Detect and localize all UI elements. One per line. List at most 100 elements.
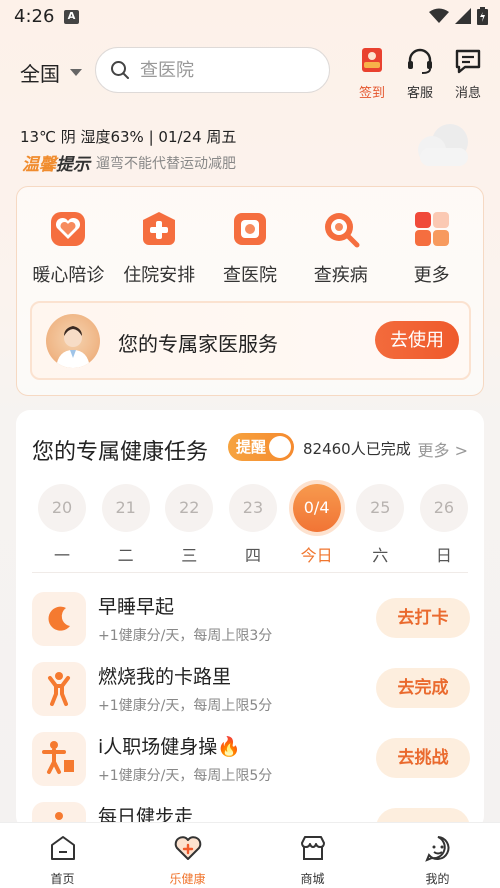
task-item: 早睡早起 +1健康分/天，每周上限3分 去打卡 bbox=[30, 590, 470, 650]
day-weekday: 四 bbox=[244, 546, 261, 565]
messages-button[interactable]: 消息 bbox=[446, 46, 490, 101]
service-find-disease[interactable]: 查疾病 bbox=[295, 209, 386, 287]
grid-more-icon bbox=[414, 212, 449, 246]
nav-home[interactable]: 首页 bbox=[0, 823, 125, 888]
chevron-down-icon bbox=[70, 69, 82, 76]
region-label: 全国 bbox=[20, 62, 60, 86]
messages-label: 消息 bbox=[454, 86, 481, 101]
nav-profile[interactable]: 我的 bbox=[375, 823, 500, 888]
more-link[interactable]: 更多 > bbox=[418, 437, 469, 461]
customer-service-label: 客服 bbox=[406, 86, 433, 101]
service-label: 住院安排 bbox=[123, 265, 196, 286]
task-action-button[interactable]: 去打卡 bbox=[376, 598, 470, 638]
remind-toggle[interactable]: 提醒 bbox=[228, 433, 294, 461]
exercise-person-icon bbox=[48, 672, 70, 706]
week-calendar: 20 一 21 二 22 三 23 四 0/4 今日 25 六 26 日 bbox=[38, 484, 468, 566]
signin-label: 签到 bbox=[358, 86, 385, 101]
tip-tag-b: 提示 bbox=[56, 155, 90, 175]
battery-icon bbox=[477, 7, 488, 25]
search-input[interactable] bbox=[140, 59, 310, 81]
task-icon-box bbox=[32, 592, 86, 646]
message-icon bbox=[455, 49, 481, 74]
profile-icon bbox=[424, 836, 449, 862]
nav-label: 商城 bbox=[300, 872, 325, 886]
tip-text: 遛弯不能代替运动减肥 bbox=[96, 155, 236, 172]
nav-label: 我的 bbox=[425, 872, 450, 886]
day-weekday: 六 bbox=[372, 546, 389, 565]
service-label: 查医院 bbox=[222, 265, 277, 286]
day-number: 23 bbox=[228, 484, 277, 532]
signin-button[interactable]: 签到 bbox=[350, 46, 394, 101]
day-weekday: 一 bbox=[53, 546, 70, 565]
task-item: i人职场健身操🔥 +1健康分/天，每周上限5分 去挑战 bbox=[30, 730, 470, 790]
top-header: 全国 签到 客服 消息 bbox=[0, 44, 500, 101]
service-label: 查疾病 bbox=[313, 265, 368, 286]
cloud-weather-icon bbox=[418, 124, 468, 166]
bottom-navigation: 首页 乐健康 商城 我的 bbox=[0, 822, 500, 888]
toggle-knob bbox=[269, 436, 291, 458]
hospital-plus-icon bbox=[143, 212, 176, 245]
day-weekday: 日 bbox=[435, 546, 452, 565]
services-grid: 暖心陪诊 住院安排 查医院 查疾病 更多 bbox=[17, 209, 483, 287]
health-tip: 温馨提示 遛弯不能代替运动减肥 bbox=[22, 150, 236, 175]
day-today[interactable]: 0/4 今日 bbox=[292, 484, 341, 566]
day-tue[interactable]: 21 二 bbox=[101, 484, 150, 566]
search-box[interactable] bbox=[95, 47, 330, 93]
day-number: 25 bbox=[356, 484, 405, 532]
customer-service-button[interactable]: 客服 bbox=[398, 46, 442, 101]
nav-label: 首页 bbox=[50, 872, 75, 886]
day-number: 20 bbox=[38, 484, 86, 532]
day-weekday: 今日 bbox=[300, 546, 333, 565]
family-doctor-title: 您的专属家医服务 bbox=[118, 332, 278, 356]
moon-icon bbox=[48, 606, 70, 631]
tip-tag: 温馨提示 bbox=[22, 150, 90, 175]
status-bar: 4:26 A bbox=[0, 0, 500, 34]
day-wed[interactable]: 22 三 bbox=[165, 484, 214, 566]
day-sat[interactable]: 25 六 bbox=[356, 484, 405, 566]
day-weekday: 二 bbox=[117, 546, 134, 565]
day-mon[interactable]: 20 一 bbox=[38, 484, 86, 566]
task-action-button[interactable]: 去完成 bbox=[376, 668, 470, 708]
remind-label: 提醒 bbox=[236, 438, 267, 456]
day-number: 26 bbox=[419, 484, 468, 532]
service-more[interactable]: 更多 bbox=[386, 209, 477, 287]
task-action-button[interactable]: 去挑战 bbox=[376, 738, 470, 778]
system-indicators bbox=[429, 7, 488, 25]
weather-info: 13℃ 阴 湿度63% | 01/24 周五 bbox=[20, 128, 237, 146]
task-name: i人职场健身操🔥 bbox=[98, 736, 241, 758]
hospital-search-icon bbox=[233, 213, 266, 245]
search-icon bbox=[111, 61, 129, 79]
service-hospitalization[interactable]: 住院安排 bbox=[114, 209, 205, 287]
nav-store[interactable]: 商城 bbox=[250, 823, 375, 888]
day-progress: 0/4 bbox=[292, 484, 341, 532]
task-desc: +1健康分/天，每周上限5分 bbox=[98, 698, 273, 714]
task-name: 早睡早起 bbox=[98, 596, 175, 618]
day-number: 22 bbox=[165, 484, 214, 532]
services-card: 暖心陪诊 住院安排 查医院 查疾病 更多 您的专属家医服务 去使用 bbox=[16, 186, 484, 396]
task-icon-box bbox=[32, 662, 86, 716]
day-thu[interactable]: 23 四 bbox=[228, 484, 277, 566]
region-selector[interactable]: 全国 bbox=[20, 58, 82, 87]
status-time: 4:26 bbox=[14, 6, 55, 27]
service-label: 更多 bbox=[413, 265, 450, 286]
nav-label: 乐健康 bbox=[169, 872, 206, 886]
use-now-button[interactable]: 去使用 bbox=[375, 321, 459, 359]
task-icon-box bbox=[32, 732, 86, 786]
day-weekday: 三 bbox=[181, 546, 198, 565]
service-accompany[interactable]: 暖心陪诊 bbox=[23, 209, 114, 287]
office-workout-icon bbox=[42, 741, 74, 774]
doctor-avatar bbox=[46, 314, 100, 368]
day-number: 21 bbox=[101, 484, 150, 532]
wifi-icon bbox=[429, 8, 449, 23]
tasks-title: 您的专属健康任务 bbox=[32, 440, 209, 465]
family-doctor-banner[interactable]: 您的专属家医服务 去使用 bbox=[30, 301, 471, 380]
task-item: 燃烧我的卡路里 +1健康分/天，每周上限5分 去完成 bbox=[30, 660, 470, 720]
disease-search-icon bbox=[324, 213, 360, 248]
service-find-hospital[interactable]: 查医院 bbox=[205, 209, 296, 287]
nav-health[interactable]: 乐健康 bbox=[125, 823, 250, 888]
app-notification-icon: A bbox=[64, 10, 79, 24]
service-label: 暖心陪诊 bbox=[32, 265, 105, 286]
day-sun[interactable]: 26 日 bbox=[419, 484, 468, 566]
health-heart-icon bbox=[174, 836, 201, 860]
home-icon bbox=[50, 836, 75, 860]
